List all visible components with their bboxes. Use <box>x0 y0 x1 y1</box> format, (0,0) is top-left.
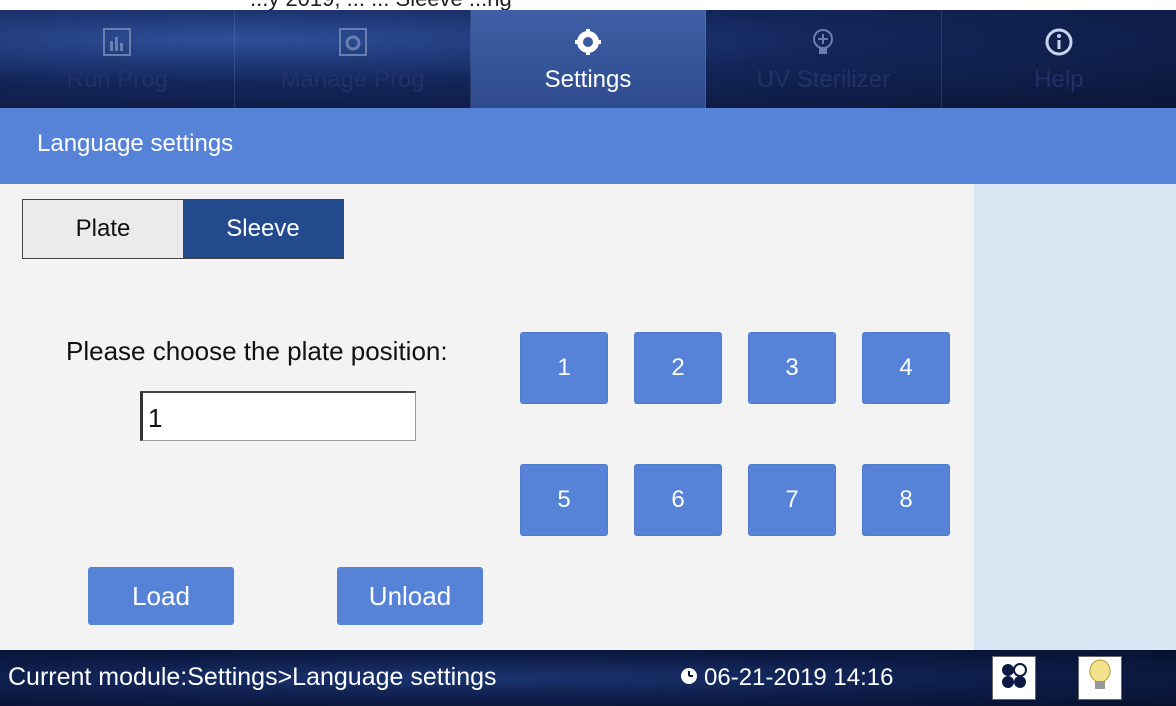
load-button[interactable]: Load <box>88 567 234 625</box>
datetime-text: 06-21-2019 14:16 <box>704 664 894 691</box>
plate-position-prompt: Please choose the plate position: <box>66 336 448 366</box>
clock-icon <box>680 664 698 692</box>
tab-manage-prog[interactable]: Manage Prog <box>235 10 471 108</box>
lightbulb-icon <box>1087 659 1113 698</box>
plate-position-field[interactable]: 1 <box>140 391 416 441</box>
position-button-7[interactable]: 7 <box>748 464 836 536</box>
clock: 06-21-2019 14:16 <box>680 664 894 692</box>
caption-strip: ...y 2019, ... ... Sleeve ...ng <box>0 0 1176 10</box>
position-button-2[interactable]: 2 <box>634 332 722 404</box>
chart-icon <box>102 24 132 60</box>
side-panel <box>974 184 1176 650</box>
status-bar: Current module:Settings>Language setting… <box>0 650 1176 706</box>
tab-help-label: Help <box>1034 66 1084 93</box>
position-button-3[interactable]: 3 <box>748 332 836 404</box>
tab-settings-label: Settings <box>544 66 632 93</box>
page-title-bar: Language settings <box>0 108 1176 184</box>
tab-settings[interactable]: Settings <box>470 10 707 108</box>
lamp-button[interactable] <box>1078 656 1122 700</box>
position-button-5[interactable]: 5 <box>520 464 608 536</box>
position-button-4[interactable]: 4 <box>862 332 950 404</box>
current-module-text: Current module:Settings>Language setting… <box>8 663 497 691</box>
info-icon <box>1044 24 1074 60</box>
position-button-6[interactable]: 6 <box>634 464 722 536</box>
gear-icon <box>573 24 603 60</box>
position-button-8[interactable]: 8 <box>862 464 950 536</box>
tab-run-prog[interactable]: Run Prog <box>0 10 236 108</box>
tab-manage-prog-label: Manage Prog <box>280 66 425 93</box>
tab-uv-sterilizer-label: UV Sterilizer <box>756 66 891 93</box>
caption-text: ...y 2019, ... ... Sleeve ...ng <box>250 0 512 10</box>
mode-segmented-control: Plate Sleeve <box>22 199 344 259</box>
gear-window-icon <box>338 24 368 60</box>
unload-button[interactable]: Unload <box>337 567 483 625</box>
tab-help[interactable]: Help <box>942 10 1176 108</box>
bulb-icon <box>808 24 838 60</box>
fan-button[interactable] <box>992 656 1036 700</box>
fan-icon <box>999 661 1029 696</box>
position-button-1[interactable]: 1 <box>520 332 608 404</box>
sleeve-option[interactable]: Sleeve <box>183 200 343 258</box>
plate-option[interactable]: Plate <box>23 200 183 258</box>
page-title: Language settings <box>37 130 234 157</box>
tab-run-prog-label: Run Prog <box>66 66 168 93</box>
top-nav: Run Prog Manage Prog Settings UV Sterili… <box>0 10 1176 108</box>
tab-uv-sterilizer[interactable]: UV Sterilizer <box>706 10 942 108</box>
content-panel: Plate Sleeve Please choose the plate pos… <box>0 184 974 650</box>
